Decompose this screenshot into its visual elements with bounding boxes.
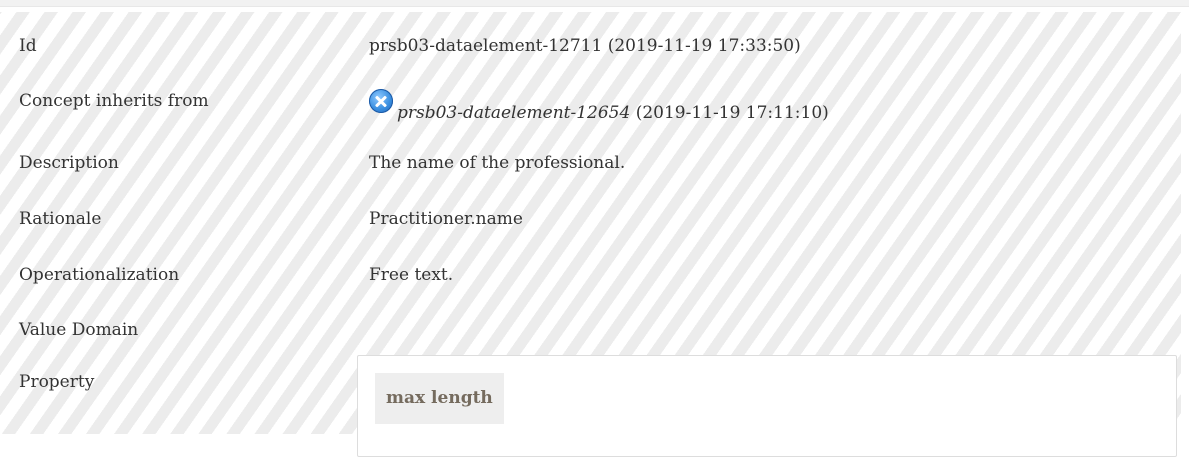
row-value: prsb03-dataelement-12654 (2019-11-19 17:… [369, 89, 829, 124]
row-label: Concept inherits from [19, 91, 209, 111]
row-value: Free text. [369, 265, 454, 285]
row-label: Rationale [19, 209, 102, 229]
inherited-concept-link[interactable]: prsb03-dataelement-12654 [397, 103, 630, 123]
row-label: Description [19, 153, 119, 173]
row-label: Value Domain [19, 320, 139, 340]
inherited-concept-date: (2019-11-19 17:11:10) [630, 103, 829, 123]
row-label: Operationalization [19, 265, 180, 285]
inherit-icon[interactable] [369, 89, 393, 113]
row-label: Property [19, 372, 95, 392]
property-column-header: max length [375, 373, 504, 424]
row-value: The name of the professional. [369, 153, 626, 173]
row-label: Id [19, 36, 37, 56]
top-strip [0, 0, 1189, 7]
property-panel: max length [357, 355, 1177, 457]
row-value: Practitioner.name [369, 209, 523, 229]
row-value: prsb03-dataelement-12711 (2019-11-19 17:… [369, 36, 801, 56]
